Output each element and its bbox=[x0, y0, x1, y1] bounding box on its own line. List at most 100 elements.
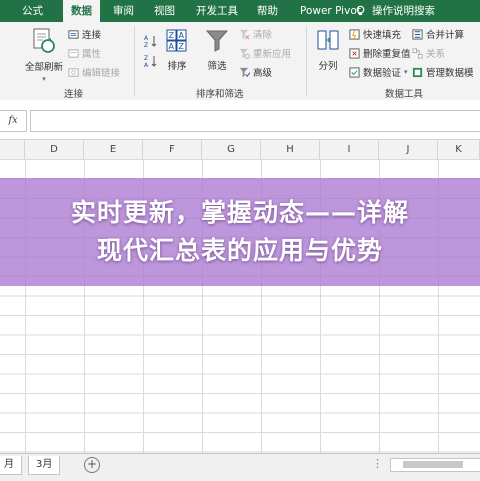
filter-icon bbox=[205, 30, 229, 52]
tab-view[interactable]: 视图 bbox=[154, 0, 175, 22]
advanced-label: 高级 bbox=[253, 68, 273, 79]
select-all-corner[interactable] bbox=[0, 140, 25, 159]
svg-text:A: A bbox=[169, 42, 175, 51]
overlay-title-line-1: 实时更新，掌握动态——详解 bbox=[70, 198, 409, 227]
group-divider bbox=[306, 26, 307, 96]
data-validation-dropdown: ▾ bbox=[404, 68, 408, 76]
text-to-columns-icon bbox=[317, 30, 339, 50]
manage-data-model-button[interactable]: 管理数据模 bbox=[412, 65, 474, 79]
sort-za-icon[interactable]: Z A bbox=[144, 54, 158, 68]
group-label-connections: 连接 bbox=[64, 89, 84, 100]
sort-icon: Z A A Z bbox=[166, 29, 187, 52]
manage-data-model-label: 管理数据模 bbox=[426, 68, 474, 79]
svg-text:A: A bbox=[144, 35, 149, 42]
data-validation-icon bbox=[349, 66, 360, 78]
group-label-data-tools: 数据工具 bbox=[385, 89, 424, 100]
relationships-button[interactable]: 关系 bbox=[412, 46, 445, 60]
remove-duplicates-icon bbox=[349, 47, 360, 59]
column-header-k[interactable]: K bbox=[438, 140, 480, 159]
svg-text:Z: Z bbox=[144, 42, 148, 48]
reapply-button[interactable]: 重新应用 bbox=[239, 46, 291, 60]
flash-fill-button[interactable]: 快速填充 bbox=[349, 27, 401, 41]
remove-duplicates-label: 删除重复值 bbox=[363, 49, 411, 60]
sort-label: 排序 bbox=[167, 61, 187, 72]
tab-power-pivot[interactable]: Power Pivot bbox=[300, 0, 361, 22]
column-header-g[interactable]: G bbox=[202, 140, 261, 159]
tab-formulas[interactable]: 公式 bbox=[22, 0, 43, 22]
text-to-columns-button[interactable]: 分列 bbox=[314, 28, 342, 72]
column-header-row: D E F G H I J K bbox=[0, 139, 480, 160]
title-overlay-banner: 实时更新，掌握动态——详解 现代汇总表的应用与优势 bbox=[0, 178, 480, 286]
remove-duplicates-button[interactable]: 删除重复值 bbox=[349, 46, 411, 60]
column-header-h[interactable]: H bbox=[261, 140, 320, 159]
refresh-all-button[interactable]: 全部刷新 ▾ bbox=[24, 27, 64, 84]
flash-fill-label: 快速填充 bbox=[363, 30, 402, 41]
text-to-columns-label: 分列 bbox=[318, 61, 338, 72]
connections-label: 连接 bbox=[82, 30, 102, 41]
formula-bar: fx bbox=[0, 100, 480, 138]
horizontal-scrollbar[interactable] bbox=[390, 458, 480, 472]
relationships-icon bbox=[412, 47, 423, 59]
clear-icon bbox=[239, 29, 250, 39]
consolidate-button[interactable]: 合并计算 bbox=[412, 27, 464, 41]
svg-text:Z: Z bbox=[169, 31, 175, 40]
sheet-tab-month[interactable]: 月 bbox=[0, 456, 22, 475]
tab-data[interactable]: 数据 bbox=[63, 0, 100, 22]
column-header-d[interactable]: D bbox=[25, 140, 84, 159]
tab-help[interactable]: 帮助 bbox=[257, 0, 278, 22]
column-header-i[interactable]: I bbox=[320, 140, 379, 159]
consolidate-label: 合并计算 bbox=[426, 30, 465, 41]
consolidate-icon bbox=[412, 28, 423, 40]
sort-az-za-buttons: A Z Z A bbox=[144, 34, 158, 68]
group-divider bbox=[134, 26, 135, 96]
more-sheets-icon[interactable]: ⋮ bbox=[372, 457, 383, 470]
refresh-all-dropdown: ▾ bbox=[42, 75, 46, 83]
edit-links-button[interactable]: 编辑链接 bbox=[68, 65, 120, 79]
advanced-icon bbox=[239, 67, 250, 77]
relationships-label: 关系 bbox=[426, 49, 446, 60]
tell-me-search[interactable]: 操作说明搜索 bbox=[372, 0, 435, 22]
reapply-label: 重新应用 bbox=[253, 49, 292, 60]
manage-data-model-icon bbox=[412, 67, 423, 77]
filter-button[interactable]: 筛选 bbox=[203, 28, 231, 72]
add-sheet-icon[interactable]: + bbox=[84, 457, 100, 473]
data-validation-label: 数据验证 bbox=[363, 68, 402, 79]
ribbon-tab-bar: 公式 数据 审阅 视图 开发工具 帮助 Power Pivot 操作说明搜索 bbox=[0, 0, 480, 22]
properties-icon bbox=[68, 48, 79, 58]
refresh-icon bbox=[33, 28, 55, 53]
sort-az-icon[interactable]: A Z bbox=[144, 34, 158, 48]
sort-button[interactable]: Z A A Z 排序 bbox=[164, 28, 190, 72]
overlay-title-line-2: 现代汇总表的应用与优势 bbox=[96, 236, 383, 265]
flash-fill-icon bbox=[349, 28, 360, 40]
lightbulb-icon bbox=[356, 5, 365, 16]
scrollbar-thumb[interactable] bbox=[403, 461, 463, 468]
svg-text:A: A bbox=[144, 62, 149, 68]
column-header-j[interactable]: J bbox=[379, 140, 438, 159]
edit-links-icon bbox=[68, 67, 79, 77]
tab-developer[interactable]: 开发工具 bbox=[196, 0, 238, 22]
edit-links-label: 编辑链接 bbox=[82, 68, 121, 79]
column-header-f[interactable]: F bbox=[143, 140, 202, 159]
advanced-filter-button[interactable]: 高级 bbox=[239, 65, 272, 79]
data-validation-button[interactable]: 数据验证 ▾ bbox=[349, 65, 408, 79]
properties-label: 属性 bbox=[82, 49, 102, 60]
column-header-e[interactable]: E bbox=[84, 140, 143, 159]
properties-button[interactable]: 属性 bbox=[68, 46, 101, 60]
refresh-all-label: 全部刷新 bbox=[24, 62, 63, 73]
sheet-tab-bar: 月 3月 + ⋮ bbox=[0, 453, 480, 481]
formula-input[interactable] bbox=[30, 110, 480, 132]
group-label-sort-filter: 排序和筛选 bbox=[196, 89, 244, 100]
clear-label: 清除 bbox=[253, 30, 273, 41]
connections-icon bbox=[68, 29, 79, 39]
tab-review[interactable]: 审阅 bbox=[113, 0, 134, 22]
fx-button[interactable]: fx bbox=[0, 110, 27, 132]
filter-label: 筛选 bbox=[207, 61, 227, 72]
reapply-icon bbox=[239, 48, 250, 59]
svg-text:A: A bbox=[179, 31, 185, 40]
sheet-tab-march[interactable]: 3月 bbox=[28, 456, 61, 475]
svg-text:Z: Z bbox=[179, 42, 185, 51]
connections-button[interactable]: 连接 bbox=[68, 27, 101, 41]
svg-text:Z: Z bbox=[144, 55, 148, 62]
clear-filter-button[interactable]: 清除 bbox=[239, 27, 272, 41]
ribbon-data: 全部刷新 ▾ 连接 属性 编辑链接 连接 A Z Z A Z A A Z 排序 … bbox=[0, 22, 480, 101]
